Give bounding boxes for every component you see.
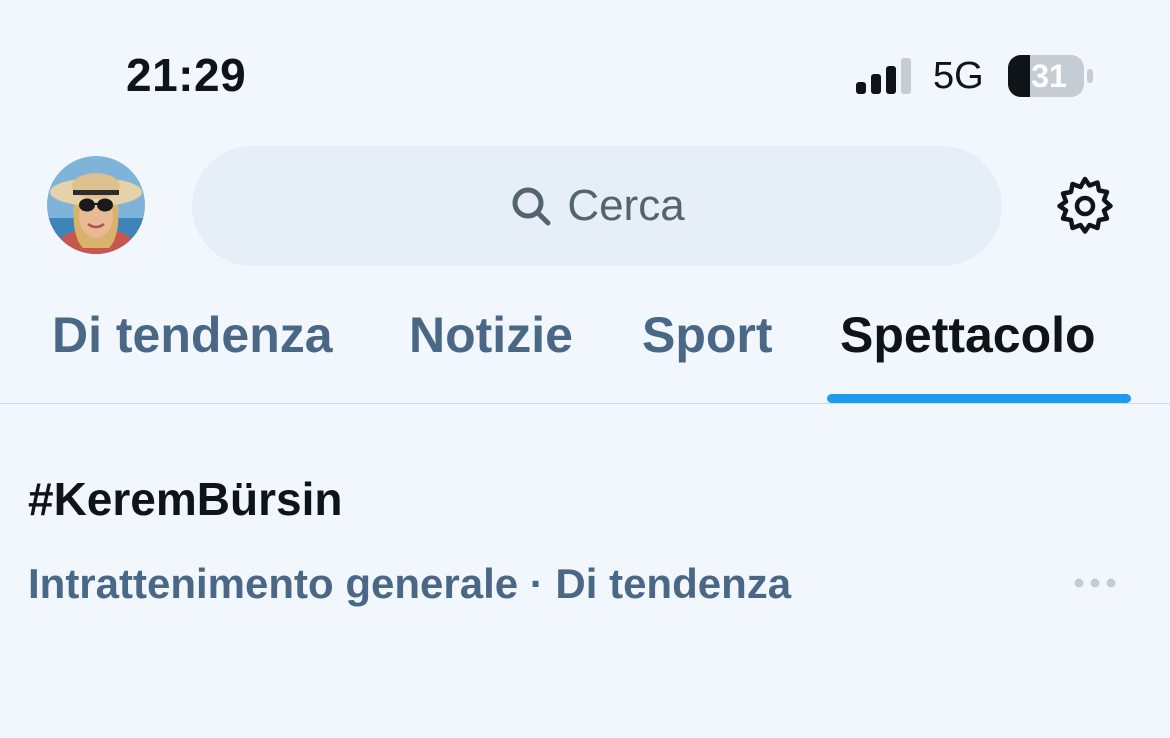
tab-di-tendenza[interactable]: Di tendenza (52, 306, 333, 364)
network-type: 5G (933, 55, 984, 97)
search-bar[interactable]: Cerca (192, 146, 1002, 266)
signal-icon (856, 58, 911, 94)
active-tab-indicator (827, 394, 1131, 403)
tab-notizie[interactable]: Notizie (409, 306, 573, 364)
battery-level: 31 (1031, 58, 1067, 94)
trend-title: #KeremBürsin (28, 473, 343, 525)
status-time: 21:29 (126, 49, 247, 101)
tab-sport[interactable]: Sport (642, 306, 773, 364)
explore-screen: 21:29 5G 31 Cerca Di tendenza Notizie Sp… (0, 0, 1170, 738)
profile-avatar[interactable] (47, 156, 145, 254)
search-icon (512, 187, 551, 226)
gear-icon[interactable] (1052, 173, 1118, 239)
trend-item[interactable]: #KeremBürsin Intrattenimento generale · … (0, 404, 1170, 738)
trend-meta: Intrattenimento generale · Di tendenza (28, 560, 792, 607)
tab-spettacolo[interactable]: Spettacolo (840, 306, 1096, 364)
search-placeholder: Cerca (567, 181, 685, 230)
more-icon[interactable] (1072, 572, 1118, 594)
